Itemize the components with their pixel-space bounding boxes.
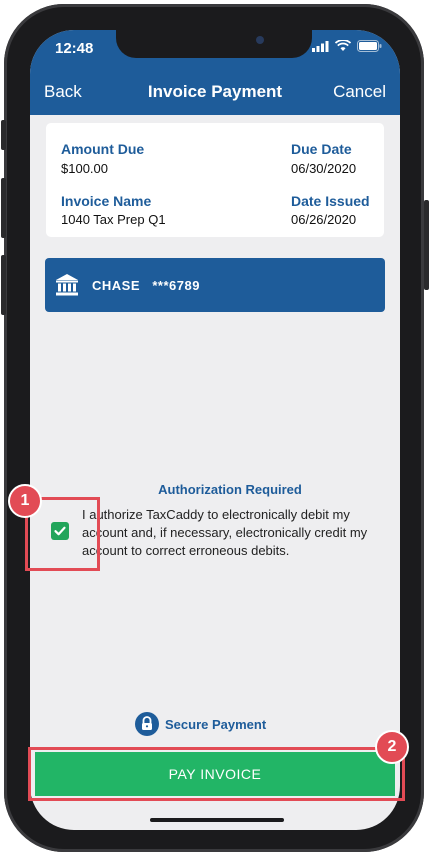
authorization-text: I authorize TaxCaddy to electronically d… [82, 507, 368, 558]
bank-account-selector[interactable]: CHASE ***6789 [45, 258, 385, 312]
secure-payment-label: Secure Payment [165, 716, 267, 732]
invoice-details-card: Amount Due $100.00 Due Date 06/30/2020 I… [46, 123, 384, 237]
bank-account-name: CHASE ***6789 [92, 278, 200, 293]
amount-due-value: $100.00 [61, 161, 108, 176]
signal-icon [312, 40, 329, 52]
invoice-name-label: Invoice Name [61, 193, 152, 209]
amount-due-label: Amount Due [61, 141, 145, 157]
lock-icon [135, 712, 159, 736]
notch [116, 30, 312, 58]
mute-switch [1, 120, 6, 150]
secure-payment: Secure Payment [135, 712, 266, 736]
invoice-name-value: 1040 Tax Prep Q1 [61, 212, 166, 227]
highlight-box-pay-button [28, 747, 405, 801]
volume-down-button [1, 255, 6, 315]
home-indicator [150, 818, 284, 822]
due-date-value: 06/30/2020 [291, 161, 357, 176]
wifi-icon [335, 40, 351, 51]
date-issued-label: Date Issued [291, 193, 370, 209]
app-screen: 12:48 Back Invoice Payment Cancel Amount… [30, 30, 400, 830]
status-icons [312, 40, 382, 52]
step-badge-1: 1 [8, 484, 42, 518]
camera-dot [256, 36, 264, 44]
authorization-title: Authorization Required [158, 482, 302, 497]
due-date-label: Due Date [291, 141, 352, 157]
bank-icon [56, 274, 78, 296]
power-button [424, 200, 429, 290]
status-time: 12:48 [55, 40, 94, 57]
date-issued-value: 06/26/2020 [291, 212, 357, 227]
step-badge-2: 2 [375, 730, 409, 764]
battery-icon [357, 40, 382, 52]
volume-up-button [1, 178, 6, 238]
cancel-button[interactable]: Cancel [333, 82, 386, 102]
